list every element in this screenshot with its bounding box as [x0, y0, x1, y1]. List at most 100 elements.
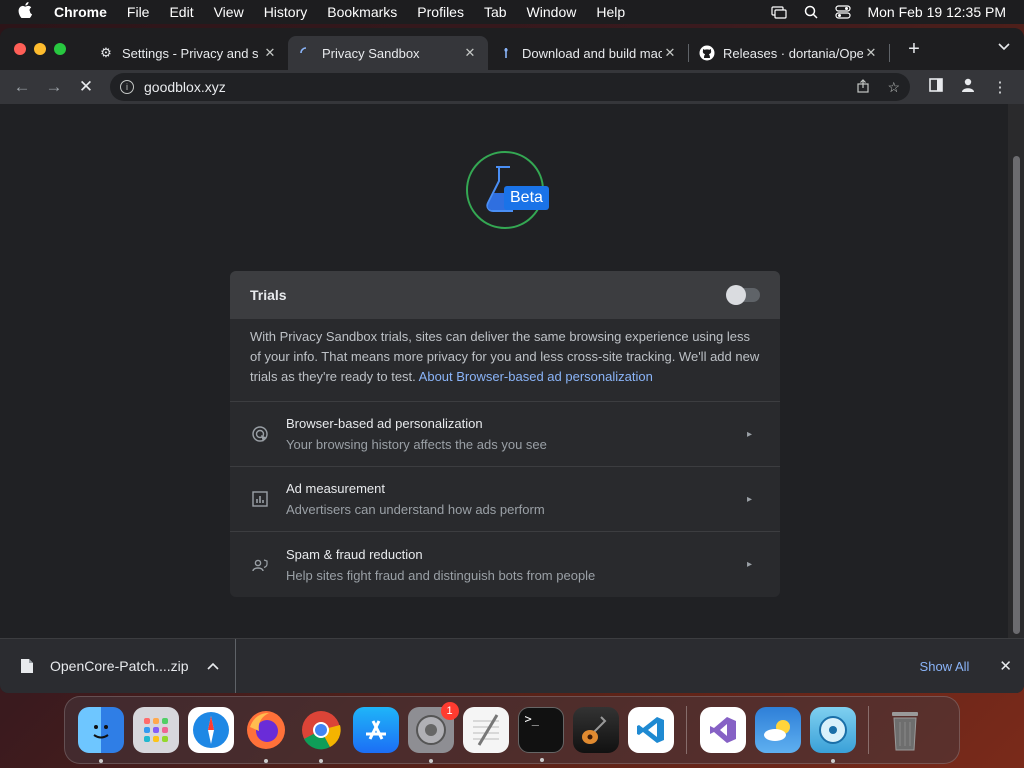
pin-icon: [498, 45, 514, 61]
dock-chrome-icon[interactable]: [298, 707, 344, 763]
forward-arrow-icon[interactable]: →: [40, 77, 68, 97]
dock: 1 >_: [64, 696, 960, 764]
chevron-up-icon[interactable]: [207, 659, 219, 673]
close-window-button[interactable]: [14, 43, 26, 55]
dock-vscode-icon[interactable]: [627, 707, 674, 753]
dock-textedit-icon[interactable]: [462, 707, 509, 753]
show-all-button[interactable]: Show All: [920, 659, 970, 674]
menu-bookmarks[interactable]: Bookmarks: [327, 4, 397, 20]
menu-file[interactable]: File: [127, 4, 150, 20]
new-tab-button[interactable]: +: [904, 38, 924, 61]
row-subtitle: Advertisers can understand how ads perfo…: [286, 502, 545, 517]
trials-toggle[interactable]: [726, 285, 760, 305]
dock-weather-icon[interactable]: [754, 707, 801, 753]
dock-divider: [868, 706, 869, 754]
row-title: Ad measurement: [286, 481, 385, 496]
url-text[interactable]: goodblox.xyz: [144, 79, 839, 95]
address-bar[interactable]: i goodblox.xyz ☆: [110, 73, 910, 101]
close-icon[interactable]: ✕: [999, 657, 1012, 675]
row-text: Spam & fraud reduction Help sites fight …: [286, 547, 747, 583]
dock-launchpad-icon[interactable]: [132, 707, 179, 753]
back-arrow-icon[interactable]: ←: [8, 77, 36, 97]
chevron-right-icon: ▸: [746, 493, 752, 505]
menu-profiles[interactable]: Profiles: [417, 4, 464, 20]
running-indicator: [318, 759, 323, 763]
close-icon[interactable]: ✕: [662, 45, 678, 61]
dock-terminal-icon[interactable]: >_: [517, 707, 564, 762]
download-shelf: OpenCore-Patch....zip Show All ✕: [0, 638, 1024, 693]
page-scrollbar[interactable]: [1008, 104, 1024, 638]
gear-icon: ⚙: [100, 45, 112, 60]
spotlight-search-icon[interactable]: [803, 5, 819, 19]
running-indicator: [539, 758, 544, 762]
menu-clock[interactable]: Mon Feb 19 12:35 PM: [867, 4, 1006, 20]
share-icon[interactable]: [857, 78, 870, 96]
download-file-name[interactable]: OpenCore-Patch....zip: [50, 658, 207, 674]
minimize-window-button[interactable]: [34, 43, 46, 55]
trials-header: Trials: [230, 271, 780, 319]
running-indicator: [98, 759, 103, 763]
bookmark-star-icon[interactable]: ☆: [887, 79, 900, 96]
side-panel-icon[interactable]: [920, 78, 952, 96]
screen-mirroring-icon[interactable]: [771, 5, 788, 19]
zoom-window-button[interactable]: [54, 43, 66, 55]
close-icon[interactable]: ✕: [863, 45, 879, 61]
stop-loading-icon[interactable]: ✕: [72, 77, 100, 97]
dock-disk-utility-icon[interactable]: [809, 707, 856, 763]
browser-toolbar: ← → ✕ i goodblox.xyz ☆ ⋮: [0, 70, 1024, 104]
dock-system-settings-icon[interactable]: 1: [407, 702, 459, 763]
profile-icon[interactable]: [952, 78, 984, 96]
row-ad-personalization[interactable]: Browser-based ad personalization Your br…: [230, 402, 780, 467]
close-icon[interactable]: ✕: [262, 45, 278, 61]
control-center-icon[interactable]: [835, 5, 852, 19]
download-item[interactable]: OpenCore-Patch....zip: [0, 639, 236, 693]
chevron-right-icon: ▸: [746, 428, 752, 440]
trials-title: Trials: [250, 287, 287, 303]
row-subtitle: Your browsing history affects the ads yo…: [286, 437, 547, 452]
row-text: Ad measurement Advertisers can understan…: [286, 481, 747, 517]
chevron-right-icon: ▸: [746, 559, 752, 570]
dock-firefox-icon[interactable]: [243, 707, 289, 763]
bar-chart-icon: [250, 489, 270, 509]
page-content: Beta Trials With Privacy Sandbox trials,…: [0, 104, 1008, 638]
tab-releases[interactable]: Releases · dortania/Ope ✕: [689, 36, 889, 70]
window-controls: [14, 43, 66, 55]
running-indicator: [830, 759, 835, 763]
row-subtitle: Help sites fight fraud and distinguish b…: [286, 567, 596, 583]
dock-finder-icon[interactable]: [77, 707, 124, 763]
scrollbar-thumb[interactable]: [1013, 156, 1020, 634]
close-icon[interactable]: ✕: [462, 45, 478, 61]
menu-tab[interactable]: Tab: [484, 4, 507, 20]
browser-window: ⚙ Settings - Privacy and s ✕ Privacy San…: [0, 28, 1024, 693]
dock-visual-studio-icon[interactable]: [699, 707, 746, 753]
beta-badge: Beta: [504, 186, 549, 210]
dock-app-store-icon[interactable]: [352, 707, 399, 753]
tab-settings[interactable]: ⚙ Settings - Privacy and s ✕: [88, 36, 288, 70]
apple-menu-icon[interactable]: [18, 2, 40, 22]
more-menu-icon[interactable]: ⋮: [984, 78, 1016, 96]
tab-download-build[interactable]: Download and build mac ✕: [488, 36, 688, 70]
tab-privacy-sandbox[interactable]: Privacy Sandbox ✕: [288, 36, 488, 70]
loading-spinner-icon: [298, 45, 314, 61]
menu-app-name[interactable]: Chrome: [54, 4, 107, 20]
site-info-icon[interactable]: i: [120, 80, 134, 94]
dock-safari-icon[interactable]: [187, 707, 234, 753]
tab-strip: ⚙ Settings - Privacy and s ✕ Privacy San…: [0, 28, 1024, 70]
row-spam-fraud[interactable]: Spam & fraud reduction Help sites fight …: [230, 532, 780, 597]
row-ad-measurement[interactable]: Ad measurement Advertisers can understan…: [230, 467, 780, 532]
dock-trash-icon[interactable]: [882, 707, 928, 753]
ad-target-icon: [250, 424, 270, 444]
row-title: Spam & fraud reduction: [286, 546, 423, 562]
chevron-down-icon[interactable]: [998, 40, 1010, 54]
menu-history[interactable]: History: [264, 4, 308, 20]
tab-title: Settings - Privacy and s: [122, 45, 259, 61]
menu-window[interactable]: Window: [527, 4, 577, 20]
trials-card: Trials With Privacy Sandbox trials, site…: [230, 271, 780, 597]
menu-edit[interactable]: Edit: [169, 4, 193, 20]
person-shield-icon: [250, 555, 270, 575]
dock-garageband-icon[interactable]: [572, 707, 619, 753]
menu-view[interactable]: View: [214, 4, 244, 20]
menu-help[interactable]: Help: [596, 4, 625, 20]
ad-personalization-link[interactable]: About Browser-based ad personalization: [419, 369, 653, 384]
running-indicator: [263, 759, 268, 763]
